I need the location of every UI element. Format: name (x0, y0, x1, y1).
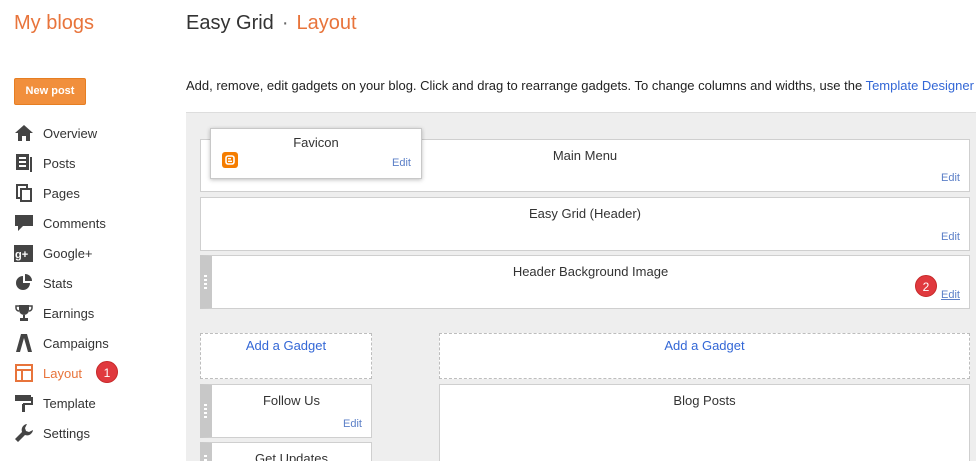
gadget-title: Header Background Image (512, 264, 669, 279)
breadcrumb: Easy Grid · Layout (186, 12, 357, 35)
sidebar-item-campaigns[interactable]: Campaigns (14, 328, 109, 358)
sidebar-item-google-plus[interactable]: g+ Google+ (14, 238, 109, 268)
sidebar-item-label: Campaigns (43, 335, 109, 351)
gadget-favicon-dragging[interactable]: Favicon Edit (210, 128, 422, 179)
google-plus-icon: g+ (14, 244, 33, 263)
drag-handle[interactable] (204, 273, 207, 291)
campaigns-icon (14, 334, 33, 353)
sidebar-item-stats[interactable]: Stats (14, 268, 109, 298)
trophy-icon (14, 304, 33, 323)
layout-description: Add, remove, edit gadgets on your blog. … (186, 78, 974, 93)
gadget-header-background-image[interactable]: Header Background Image Edit 2 (200, 255, 970, 309)
template-icon (14, 394, 33, 413)
sidebar-item-label: Overview (43, 125, 98, 141)
new-post-button[interactable]: New post (14, 78, 86, 105)
gadget-title: Blog Posts (673, 393, 736, 408)
step-1-badge: 1 (96, 361, 118, 383)
blogger-icon (222, 152, 238, 168)
edit-link[interactable]: Edit (941, 231, 960, 243)
blog-name[interactable]: Easy Grid (186, 12, 274, 34)
add-gadget-main[interactable]: Add a Gadget (439, 333, 970, 379)
edit-link[interactable]: Edit (343, 418, 362, 430)
sidebar-item-label: Stats (43, 275, 73, 291)
edit-link[interactable]: Edit (392, 157, 411, 169)
sidebar-item-label: Posts (43, 155, 76, 171)
sidebar-item-overview[interactable]: Overview (14, 118, 109, 148)
gadget-title: Get Updates (255, 451, 328, 461)
sidebar-nav: Overview Posts Pages Comments g+ Google+… (14, 118, 118, 448)
posts-icon (14, 154, 33, 173)
wrench-icon (14, 424, 33, 443)
sidebar-item-label: Pages (43, 185, 80, 201)
sidebar-item-comments[interactable]: Comments (14, 208, 109, 238)
gadget-title: Follow Us (262, 393, 321, 408)
sidebar-item-pages[interactable]: Pages (14, 178, 109, 208)
edit-link[interactable]: Edit (941, 289, 960, 301)
sidebar-item-posts[interactable]: Posts (14, 148, 109, 178)
step-2-badge: 2 (915, 275, 937, 297)
page-title: Layout (296, 12, 357, 34)
home-icon (14, 124, 33, 143)
gadget-get-updates[interactable]: Get Updates (200, 442, 372, 461)
layout-icon (14, 364, 33, 383)
sidebar-item-label: Layout (43, 365, 83, 381)
sidebar-item-label: Earnings (43, 305, 95, 321)
add-gadget-left[interactable]: Add a Gadget (200, 333, 372, 379)
sidebar-item-settings[interactable]: Settings (14, 418, 109, 448)
gadget-title: Easy Grid (Header) (529, 206, 641, 221)
sidebar-item-label: Google+ (43, 245, 93, 261)
gadget-follow-us[interactable]: Follow Us Edit (200, 384, 372, 438)
svg-text:g+: g+ (15, 249, 28, 261)
pages-icon (14, 184, 33, 203)
gadget-title: Favicon (293, 135, 339, 150)
sidebar-item-label: Comments (43, 215, 106, 231)
stats-icon (14, 274, 33, 293)
my-blogs-title[interactable]: My blogs (14, 12, 94, 35)
breadcrumb-separator: · (281, 12, 289, 34)
gadget-blog-posts[interactable]: Blog Posts (439, 384, 970, 461)
gadget-header[interactable]: Easy Grid (Header) Edit (200, 197, 970, 251)
drag-handle[interactable] (204, 453, 207, 461)
sidebar-item-label: Template (43, 395, 96, 411)
template-designer-link[interactable]: Template Designer (866, 78, 974, 93)
drag-handle[interactable] (204, 402, 207, 420)
sidebar-item-layout[interactable]: Layout 1 (14, 358, 118, 388)
sidebar-item-template[interactable]: Template (14, 388, 109, 418)
sidebar-item-earnings[interactable]: Earnings (14, 298, 109, 328)
comments-icon (14, 214, 33, 233)
edit-link[interactable]: Edit (941, 172, 960, 184)
sidebar-item-label: Settings (43, 425, 90, 441)
